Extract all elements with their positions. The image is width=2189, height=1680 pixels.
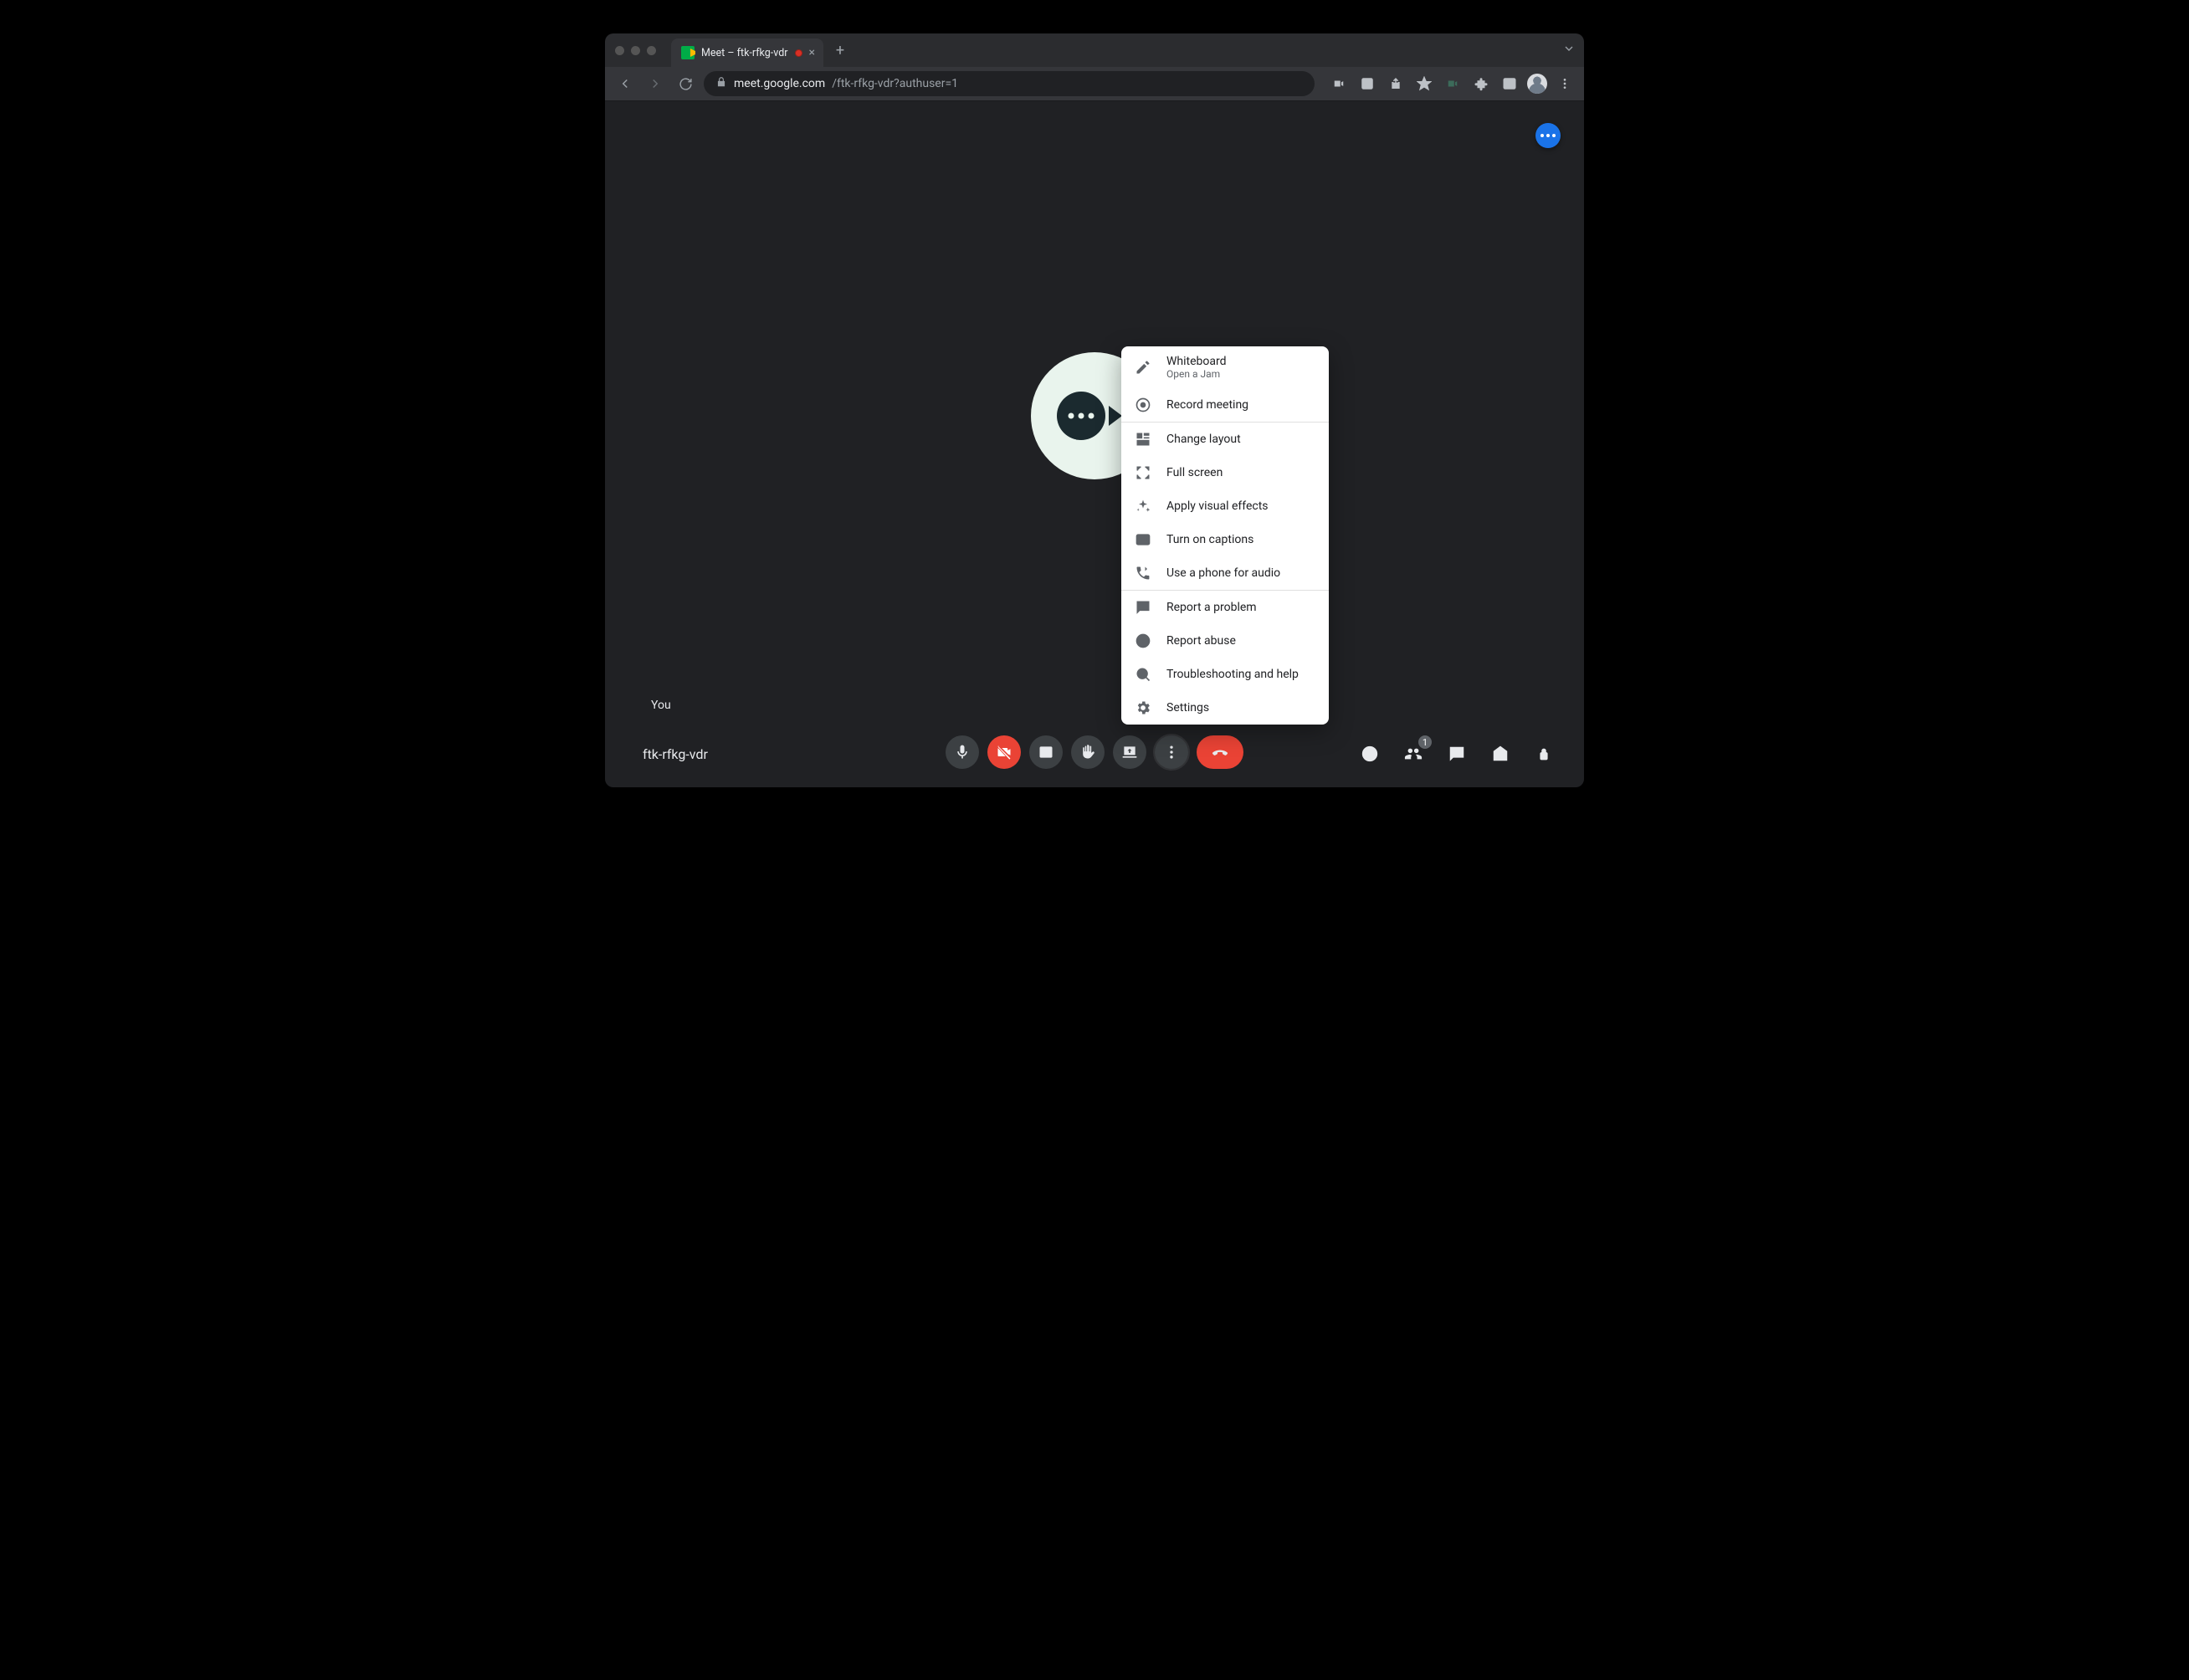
- menu-item-label: Full screen: [1166, 466, 1223, 479]
- participants-count-badge: 1: [1418, 735, 1432, 749]
- menu-item-fullscreen[interactable]: Full screen: [1121, 456, 1329, 489]
- browser-tab[interactable]: Meet – ftk-rfkg-vdr ×: [671, 38, 823, 67]
- layout-grid-icon: [1135, 431, 1151, 448]
- menu-item-report-problem[interactable]: Report a problem: [1121, 591, 1329, 624]
- tab-title: Meet – ftk-rfkg-vdr: [701, 47, 788, 59]
- warning-icon: [1135, 633, 1151, 649]
- meet-favicon-icon: [681, 46, 695, 59]
- profile-avatar-button[interactable]: [1527, 74, 1547, 94]
- menu-item-settings[interactable]: Settings: [1121, 691, 1329, 725]
- camera-indicator-icon[interactable]: [1328, 73, 1350, 95]
- nav-back-button[interactable]: [613, 72, 637, 95]
- menu-item-captions[interactable]: Turn on captions: [1121, 523, 1329, 556]
- menu-item-phone-audio[interactable]: Use a phone for audio: [1121, 556, 1329, 590]
- browser-window: Meet – ftk-rfkg-vdr × + meet.google.com/…: [605, 33, 1584, 787]
- mac-close-dot[interactable]: [615, 46, 624, 55]
- menu-item-record[interactable]: Record meeting: [1121, 388, 1329, 422]
- tabs-dropdown-button[interactable]: [1562, 42, 1576, 59]
- menu-item-troubleshoot[interactable]: Troubleshooting and help: [1121, 658, 1329, 691]
- feedback-icon: [1135, 599, 1151, 616]
- new-tab-button[interactable]: +: [828, 38, 852, 62]
- meeting-control-bar: [946, 735, 1243, 769]
- toggle-camera-button[interactable]: [987, 735, 1021, 769]
- side-panel-icon[interactable]: [1499, 73, 1520, 95]
- meeting-code: ftk-rfkg-vdr: [643, 746, 708, 762]
- participants-button[interactable]: 1: [1400, 740, 1427, 767]
- self-tile-label: You: [651, 699, 671, 712]
- lock-icon: [715, 76, 727, 91]
- toggle-captions-button[interactable]: [1029, 735, 1063, 769]
- record-icon: [1135, 397, 1151, 413]
- more-options-menu: Whiteboard Open a Jam Record meeting Cha…: [1121, 346, 1329, 725]
- menu-item-label: Report a problem: [1166, 601, 1257, 614]
- hang-up-button[interactable]: [1197, 735, 1243, 769]
- menu-item-label: Turn on captions: [1166, 533, 1253, 546]
- chat-button[interactable]: [1443, 740, 1470, 767]
- menu-item-label: Record meeting: [1166, 398, 1248, 412]
- url-path: /ftk-rfkg-vdr?authuser=1: [832, 77, 958, 90]
- toggle-mic-button[interactable]: [946, 735, 979, 769]
- menu-item-label: Change layout: [1166, 433, 1241, 446]
- menu-item-label: Use a phone for audio: [1166, 566, 1280, 580]
- present-screen-button[interactable]: [1113, 735, 1146, 769]
- menu-item-whiteboard[interactable]: Whiteboard Open a Jam: [1121, 346, 1329, 388]
- more-options-button[interactable]: [1155, 735, 1188, 769]
- pencil-icon: [1135, 359, 1151, 376]
- meet-viewport: You ftk-rfkg-vdr: [605, 101, 1584, 787]
- address-bar: meet.google.com/ftk-rfkg-vdr?authuser=1: [605, 67, 1584, 101]
- sparkle-icon: [1135, 498, 1151, 515]
- fullscreen-icon: [1135, 464, 1151, 481]
- host-controls-button[interactable]: [1530, 740, 1557, 767]
- extension-meet-icon[interactable]: [1442, 73, 1464, 95]
- nav-forward-button[interactable]: [643, 72, 667, 95]
- menu-item-label: Settings: [1166, 701, 1209, 715]
- menu-item-label: Apply visual effects: [1166, 499, 1269, 513]
- extensions-puzzle-icon[interactable]: [1470, 73, 1492, 95]
- activity-help-icon: [1135, 666, 1151, 683]
- mac-zoom-dot[interactable]: [647, 46, 656, 55]
- omnibox[interactable]: meet.google.com/ftk-rfkg-vdr?authuser=1: [704, 71, 1315, 96]
- meeting-details-button[interactable]: [1356, 740, 1383, 767]
- host-controls-badge[interactable]: [1535, 123, 1561, 148]
- menu-item-visual-effects[interactable]: Apply visual effects: [1121, 489, 1329, 523]
- tab-recording-indicator-icon: [795, 49, 802, 57]
- raise-hand-button[interactable]: [1071, 735, 1105, 769]
- nav-reload-button[interactable]: [674, 72, 697, 95]
- install-app-icon[interactable]: [1356, 73, 1378, 95]
- menu-item-label: Whiteboard: [1166, 355, 1227, 368]
- browser-toolbar-right: [1328, 73, 1576, 95]
- activities-button[interactable]: [1487, 740, 1514, 767]
- tab-strip: Meet – ftk-rfkg-vdr × +: [605, 33, 1584, 67]
- cc-icon: [1135, 531, 1151, 548]
- meeting-side-panel-bar: 1: [1356, 740, 1557, 767]
- gear-icon: [1135, 699, 1151, 716]
- menu-item-report-abuse[interactable]: Report abuse: [1121, 624, 1329, 658]
- share-icon[interactable]: [1385, 73, 1407, 95]
- mac-window-controls[interactable]: [615, 46, 656, 55]
- menu-item-sublabel: Open a Jam: [1166, 368, 1227, 380]
- bookmark-star-icon[interactable]: [1413, 73, 1435, 95]
- chrome-menu-button[interactable]: [1554, 73, 1576, 95]
- mac-minimize-dot[interactable]: [631, 46, 640, 55]
- menu-item-label: Report abuse: [1166, 634, 1236, 648]
- url-host: meet.google.com: [734, 77, 825, 90]
- tab-close-button[interactable]: ×: [809, 47, 815, 59]
- menu-item-label: Troubleshooting and help: [1166, 668, 1299, 681]
- menu-item-change-layout[interactable]: Change layout: [1121, 423, 1329, 456]
- phone-audio-icon: [1135, 565, 1151, 581]
